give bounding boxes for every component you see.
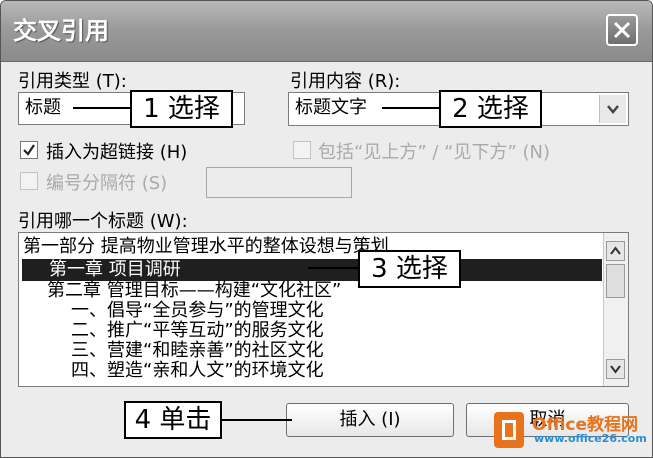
callout-lines bbox=[73, 107, 440, 421]
callout-step-4: 4 单击 bbox=[124, 401, 222, 439]
callout-step-3: 3 选择 bbox=[358, 250, 461, 288]
callout-step-2: 2 选择 bbox=[439, 90, 542, 128]
callout-step-1: 1 选择 bbox=[130, 90, 233, 128]
watermark: Office教程网 www.office26.com bbox=[490, 406, 650, 456]
office-logo-icon bbox=[494, 412, 524, 448]
watermark-url: www.office26.com bbox=[534, 432, 647, 445]
